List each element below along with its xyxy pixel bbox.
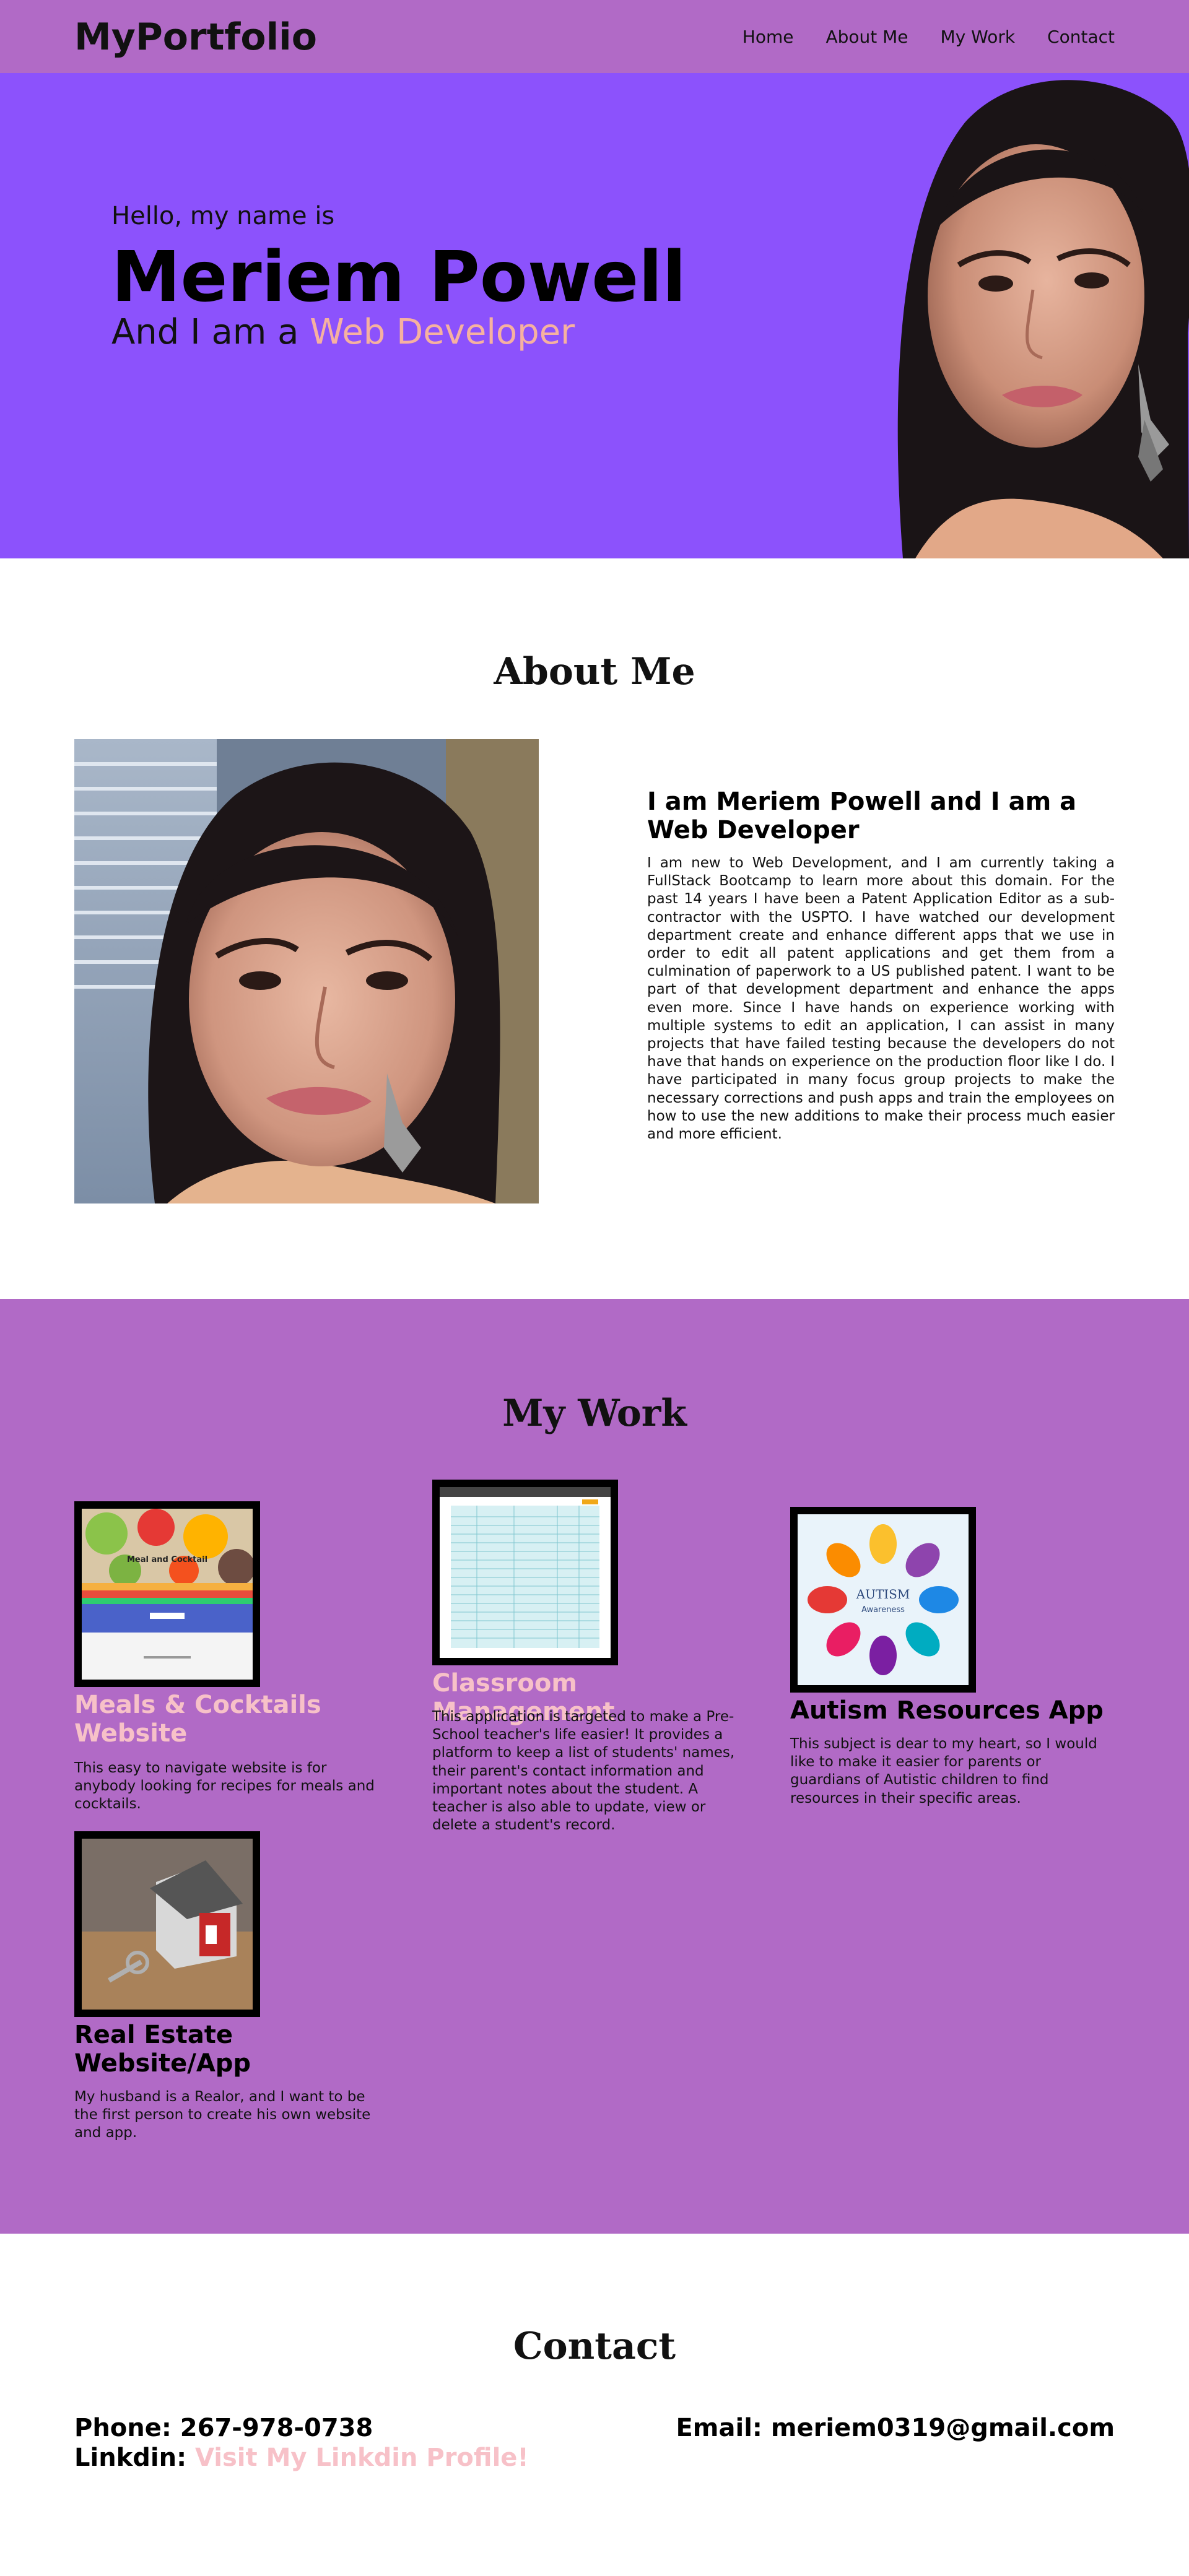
autism-thumb-sub: Awareness <box>861 1605 905 1615</box>
project-title-autism[interactable]: Autism Resources App <box>790 1696 1106 1725</box>
about-heading: I am Meriem Powell and I am a Web Develo… <box>647 787 1077 844</box>
hero-name: Meriem Powell <box>111 237 686 318</box>
real-estate-thumbnail-image <box>82 1839 253 2010</box>
classroom-screenshot-graphic <box>440 1487 611 1658</box>
project-desc-meals: This easy to navigate website is for any… <box>74 1760 375 1813</box>
autism-thumb-title: AUTISM <box>856 1587 910 1602</box>
about-body-text: I am new to Web Development, and I am cu… <box>647 855 1115 1143</box>
project-thumbnail-autism[interactable]: AUTISM Awareness <box>790 1507 976 1693</box>
nav-link-contact[interactable]: Contact <box>1047 25 1115 50</box>
house-key-graphic <box>82 1839 253 2010</box>
hero-role: Web Developer <box>310 312 575 352</box>
portrait-image <box>878 73 1189 558</box>
project-thumbnail-real-estate[interactable] <box>74 1831 260 2017</box>
project-title-real-estate[interactable]: Real Estate Website/App <box>74 2021 390 2078</box>
about-section-title: About Me <box>494 650 695 693</box>
hero-greeting: Hello, my name is <box>111 202 335 230</box>
about-portrait-photo <box>74 739 539 1203</box>
meals-thumbnail-image: Meal and Cocktail <box>82 1509 253 1680</box>
project-desc-real-estate: My husband is a Realor, and I want to be… <box>74 2089 371 2141</box>
contact-linkedin-line: Linkdin: Visit My Linkdin Profile! <box>74 2443 529 2473</box>
linkedin-profile-link[interactable]: Visit My Linkdin Profile! <box>195 2444 529 2472</box>
portrait-image <box>74 739 539 1203</box>
contact-email[interactable]: Email: meriem0319@gmail.com <box>676 2413 1115 2443</box>
hero-role-prefix: And I am a <box>111 312 299 352</box>
hero-section: Hello, my name is Meriem Powell And I am… <box>0 73 1189 558</box>
contact-linkedin-label: Linkdin: <box>74 2444 187 2472</box>
nav-link-work[interactable]: My Work <box>941 25 1016 50</box>
project-desc-autism: This subject is dear to my heart, so I w… <box>790 1736 1097 1806</box>
nav-links: Home About Me My Work Contact <box>710 25 1115 50</box>
my-work-section: My Work Meal and Cocktail Meals & Cockta… <box>0 1299 1189 2234</box>
project-thumbnail-classroom[interactable] <box>432 1480 618 1665</box>
work-section-title: My Work <box>502 1392 687 1435</box>
nav-link-home[interactable]: Home <box>743 25 794 50</box>
autism-thumbnail-image: AUTISM Awareness <box>798 1514 969 1685</box>
project-thumbnail-meals[interactable]: Meal and Cocktail <box>74 1501 260 1687</box>
contact-phone: Phone: 267-978-0738 <box>74 2414 373 2442</box>
project-title-meals[interactable]: Meals & Cocktails Website <box>74 1691 390 1748</box>
classroom-thumbnail-image <box>440 1487 611 1658</box>
meals-screenshot-graphic: Meal and Cocktail <box>82 1509 253 1680</box>
brand-logo[interactable]: MyPortfolio <box>74 12 317 62</box>
autism-awareness-graphic: AUTISM Awareness <box>798 1514 969 1685</box>
hero-portrait-photo <box>878 73 1189 558</box>
nav-link-about[interactable]: About Me <box>825 25 908 50</box>
project-desc-classroom: This application is targeted to make a P… <box>432 1709 735 1834</box>
top-navbar: MyPortfolio Home About Me My Work Contac… <box>0 0 1189 73</box>
meals-thumb-caption: Meal and Cocktail <box>127 1555 207 1564</box>
hero-role-line: And I am a Web Developer <box>111 311 575 354</box>
contact-section-title: Contact <box>513 2325 676 2368</box>
